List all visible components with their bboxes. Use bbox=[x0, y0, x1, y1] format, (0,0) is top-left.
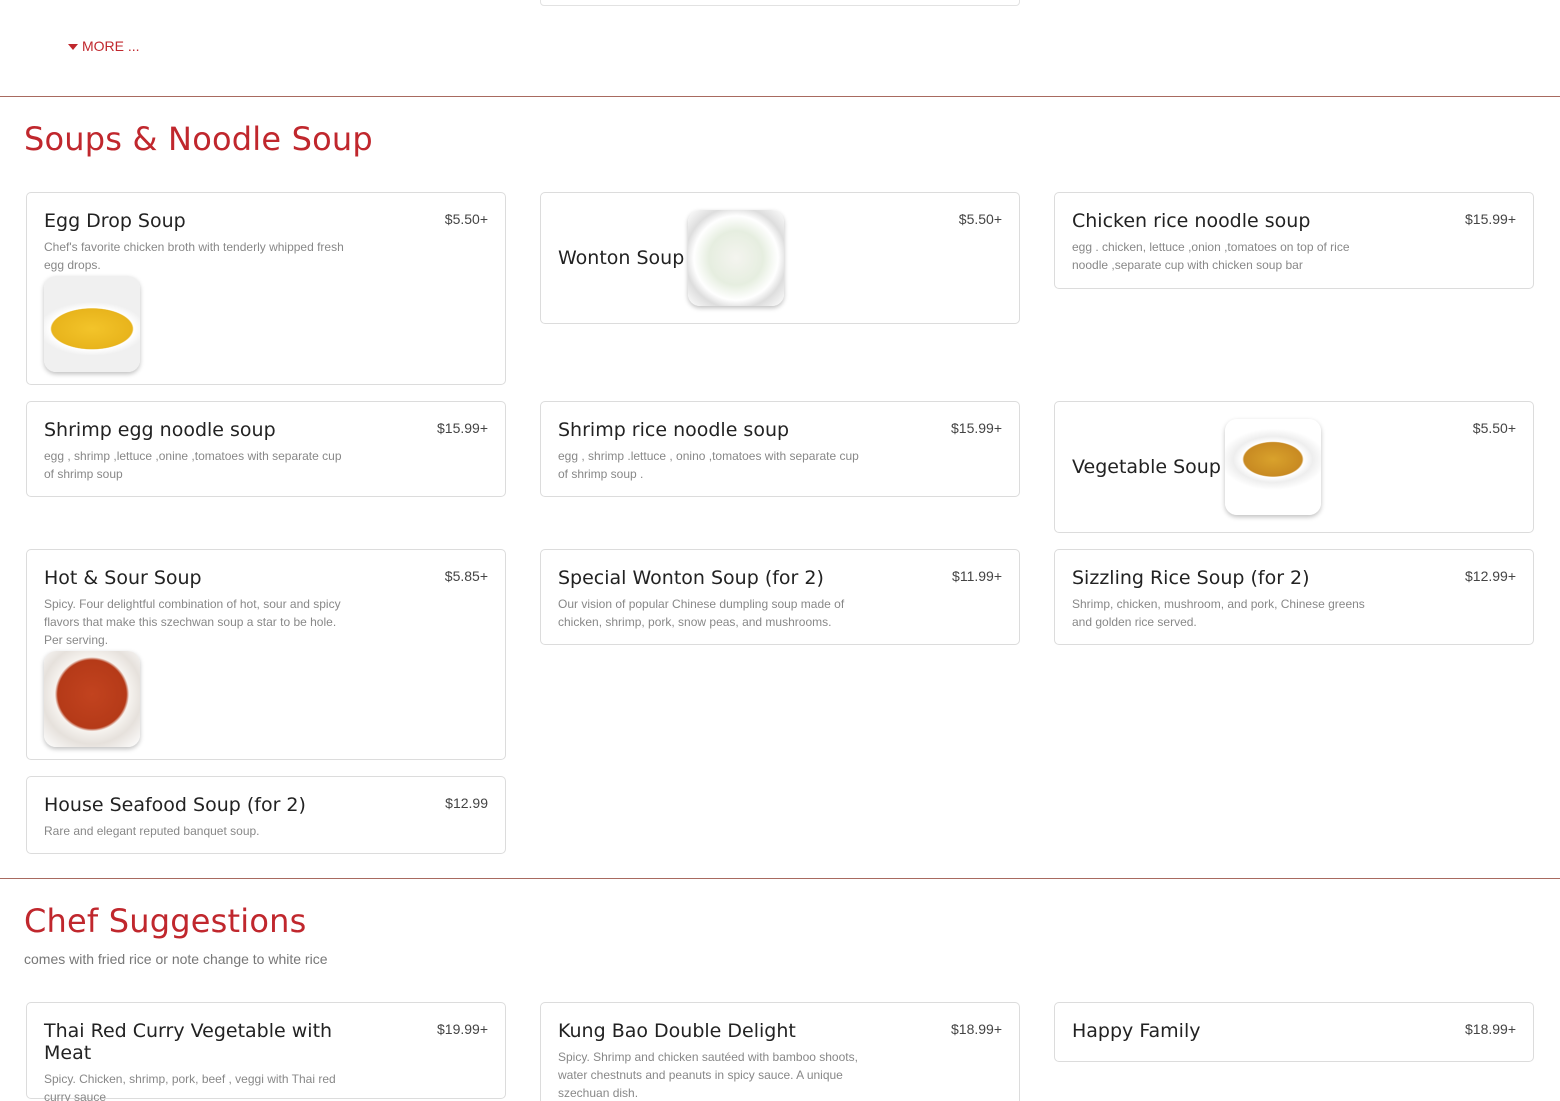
item-name: Chicken rice noodle soup bbox=[1072, 210, 1311, 232]
egg-drop-soup-photo bbox=[44, 276, 140, 372]
item-name: Egg Drop Soup bbox=[44, 210, 186, 232]
previous-section-card-edge bbox=[540, 0, 1020, 6]
menu-item-thai-red-curry[interactable]: Thai Red Curry Vegetable with Meat $19.9… bbox=[26, 1002, 506, 1101]
item-name: Vegetable Soup bbox=[1072, 456, 1221, 478]
item-name: Thai Red Curry Vegetable with Meat bbox=[44, 1020, 333, 1064]
item-name: Sizzling Rice Soup (for 2) bbox=[1072, 567, 1310, 589]
menu-item-kung-bao-double-delight[interactable]: Kung Bao Double Delight $18.99+ Spicy. S… bbox=[540, 1002, 1020, 1101]
item-description: Chef's favorite chicken broth with tende… bbox=[44, 240, 344, 272]
item-name: Kung Bao Double Delight bbox=[558, 1020, 796, 1042]
item-name: Shrimp egg noodle soup bbox=[44, 419, 276, 441]
item-description: egg . chicken, lettuce ,onion ,tomatoes … bbox=[1072, 240, 1350, 272]
item-description: Spicy. Chicken, shrimp, pork, beef , veg… bbox=[44, 1072, 336, 1101]
item-description: Shrimp, chicken, mushroom, and pork, Chi… bbox=[1072, 597, 1365, 629]
vegetable-soup-photo bbox=[1224, 419, 1321, 515]
item-description: egg , shrimp .lettuce , onino ,tomatoes … bbox=[558, 449, 859, 481]
menu-item-wonton-soup[interactable]: Wonton Soup $5.50+ bbox=[540, 192, 1020, 324]
menu-item-hot-sour-soup[interactable]: Hot & Sour Soup $5.85+ Spicy. Four delig… bbox=[26, 549, 506, 760]
item-price: $15.99+ bbox=[1465, 211, 1516, 227]
menu-item-vegetable-soup[interactable]: Vegetable Soup $5.50+ bbox=[1054, 401, 1534, 533]
menu-item-chicken-rice-noodle-soup[interactable]: Chicken rice noodle soup $15.99+ egg . c… bbox=[1054, 192, 1534, 289]
item-price: $12.99+ bbox=[1465, 568, 1516, 584]
item-price: $5.50+ bbox=[958, 211, 1002, 227]
wonton-soup-photo bbox=[688, 210, 785, 306]
hot-sour-soup-photo bbox=[44, 651, 140, 747]
item-description: egg , shrimp ,lettuce ,onine ,tomatoes w… bbox=[44, 449, 342, 481]
item-description: Our vision of popular Chinese dumpling s… bbox=[558, 597, 845, 629]
more-link-label: MORE ... bbox=[82, 38, 140, 54]
menu-item-special-wonton-soup[interactable]: Special Wonton Soup (for 2) $11.99+ Our … bbox=[540, 549, 1020, 645]
item-price: $15.99+ bbox=[951, 420, 1002, 436]
item-price: $5.50+ bbox=[1472, 420, 1516, 436]
section-title-chef-suggestions: Chef Suggestions bbox=[24, 902, 307, 940]
menu-item-house-seafood-soup[interactable]: House Seafood Soup (for 2) $12.99 Rare a… bbox=[26, 776, 506, 854]
item-description: Spicy. Four delightful combination of ho… bbox=[44, 597, 341, 647]
section-divider bbox=[0, 878, 1560, 879]
item-price: $5.50+ bbox=[444, 211, 488, 227]
menu-item-sizzling-rice-soup[interactable]: Sizzling Rice Soup (for 2) $12.99+ Shrim… bbox=[1054, 549, 1534, 645]
item-price: $18.99+ bbox=[951, 1021, 1002, 1037]
section-divider bbox=[0, 96, 1560, 97]
item-price: $11.99+ bbox=[952, 568, 1002, 584]
item-price: $18.99+ bbox=[1465, 1021, 1516, 1037]
item-name: Shrimp rice noodle soup bbox=[558, 419, 790, 441]
item-price: $5.85+ bbox=[444, 568, 488, 584]
item-price: $19.99+ bbox=[437, 1021, 488, 1037]
menu-item-shrimp-rice-noodle-soup[interactable]: Shrimp rice noodle soup $15.99+ egg , sh… bbox=[540, 401, 1020, 497]
caret-down-icon bbox=[68, 43, 78, 50]
item-price: $15.99+ bbox=[437, 420, 488, 436]
item-price: $12.99 bbox=[445, 795, 488, 811]
item-name: Hot & Sour Soup bbox=[44, 567, 202, 589]
section-title-soups: Soups & Noodle Soup bbox=[24, 120, 373, 158]
menu-item-egg-drop-soup[interactable]: Egg Drop Soup $5.50+ Chef's favorite chi… bbox=[26, 192, 506, 385]
item-description: Rare and elegant reputed banquet soup. bbox=[44, 824, 260, 838]
menu-item-happy-family[interactable]: Happy Family $18.99+ bbox=[1054, 1002, 1534, 1062]
menu-item-shrimp-egg-noodle-soup[interactable]: Shrimp egg noodle soup $15.99+ egg , shr… bbox=[26, 401, 506, 497]
item-name: Wonton Soup bbox=[558, 247, 685, 269]
item-name: House Seafood Soup (for 2) bbox=[44, 794, 306, 816]
item-name: Special Wonton Soup (for 2) bbox=[558, 567, 824, 589]
item-description: Spicy. Shrimp and chicken sautéed with b… bbox=[558, 1050, 858, 1100]
more-link[interactable]: MORE ... bbox=[68, 38, 140, 54]
item-name: Happy Family bbox=[1072, 1020, 1201, 1042]
section-subtitle: comes with fried rice or note change to … bbox=[24, 951, 328, 967]
